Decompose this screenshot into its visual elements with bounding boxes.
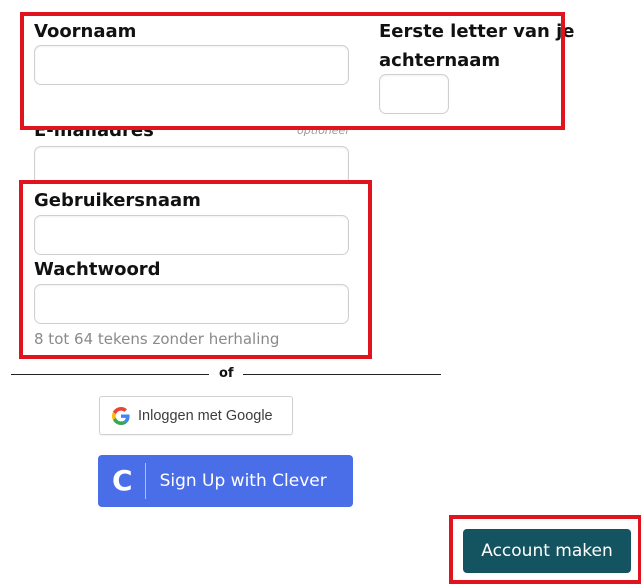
- google-signin-label: Inloggen met Google: [138, 407, 273, 424]
- clever-signup-label: Sign Up with Clever: [159, 471, 327, 491]
- highlight-box-name-fields: [20, 12, 565, 130]
- divider-line-left: [11, 374, 209, 375]
- google-signin-button[interactable]: Inloggen met Google: [99, 396, 293, 435]
- clever-separator: [144, 463, 146, 499]
- clever-c-icon: C: [112, 464, 133, 497]
- clever-signup-button[interactable]: C Sign Up with Clever: [98, 455, 353, 507]
- highlight-box-submit: [449, 515, 641, 584]
- divider-text: of: [219, 366, 234, 381]
- google-g-icon: [112, 406, 130, 425]
- divider-line-right: [243, 374, 441, 375]
- highlight-box-credentials: [19, 180, 372, 359]
